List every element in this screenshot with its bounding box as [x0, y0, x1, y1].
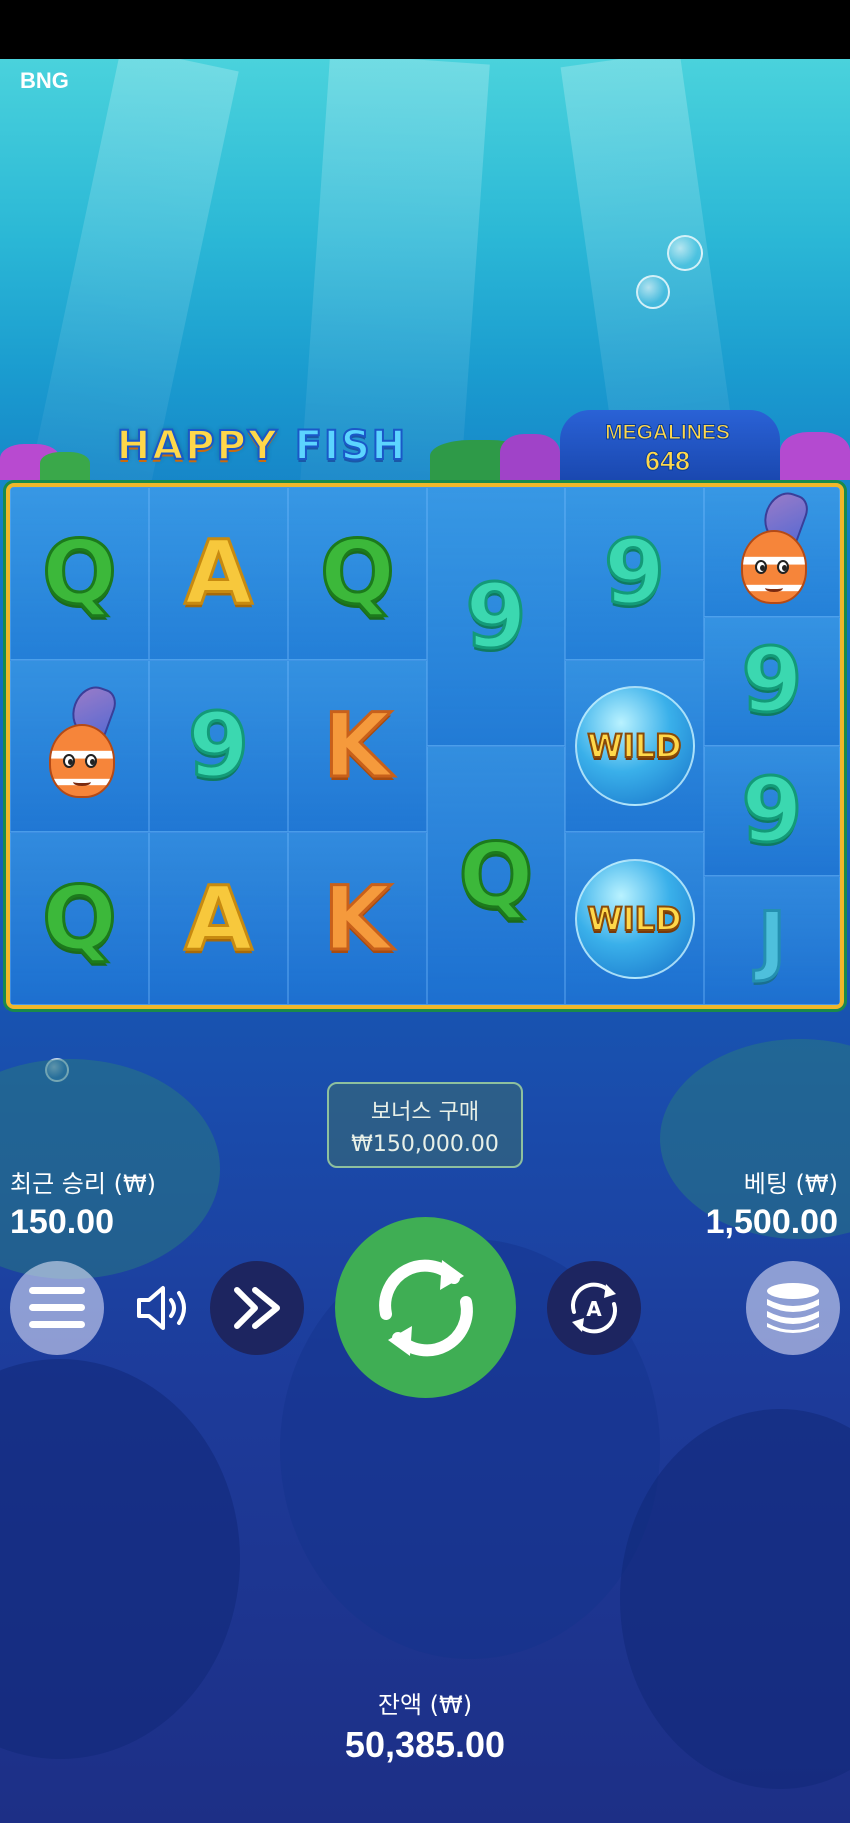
status-bar — [0, 0, 850, 59]
reel-cell: Q — [288, 487, 427, 660]
reel-cell — [704, 487, 840, 617]
symbol-q: Q — [457, 823, 535, 927]
symbol-q: Q — [41, 521, 119, 625]
reel-cell: 9 — [704, 746, 840, 876]
hamburger-menu-icon — [29, 1287, 85, 1328]
megalines-value: 648 — [644, 446, 691, 477]
symbol-q: Q — [41, 866, 119, 970]
symbol-9: 9 — [740, 629, 804, 733]
reel-cell: J — [704, 875, 840, 1005]
turbo-button[interactable] — [210, 1261, 304, 1355]
balance-value: 50,385.00 — [344, 1724, 506, 1765]
game-logo-happy: HAPPY — [116, 422, 279, 470]
bonus-buy-label: 보너스 구매 — [370, 1100, 480, 1125]
symbol-9: 9 — [186, 693, 250, 797]
game-logo-fish: FISH — [294, 422, 408, 470]
symbol-9: 9 — [602, 521, 666, 625]
symbol-k: K — [322, 693, 393, 797]
symbol-9: 9 — [740, 758, 804, 862]
wild-label: WILD — [586, 899, 682, 939]
bonus-buy-button[interactable]: 보너스 구매 ₩150,000.00 — [327, 1082, 523, 1168]
bet-label: 베팅 (₩) — [743, 1170, 838, 1198]
coin-stack-icon — [767, 1283, 819, 1333]
reel-cell: 9 — [427, 487, 565, 746]
clownfish-symbol-icon — [35, 680, 125, 806]
reel-cell: A — [149, 487, 288, 660]
reel-cell: K — [288, 832, 427, 1005]
balance-panel: 잔액 (₩) 50,385.00 — [325, 1685, 525, 1766]
balance-label: 잔액 (₩) — [377, 1691, 473, 1719]
fast-forward-icon — [234, 1287, 280, 1329]
reel-cell — [10, 659, 149, 833]
bubble-decoration — [636, 275, 670, 309]
symbol-9: 9 — [464, 564, 528, 668]
refresh-arrows-icon — [378, 1259, 473, 1356]
reel-cell: WILD — [565, 659, 704, 833]
reel-cell: WILD — [565, 832, 704, 1005]
svg-text:A: A — [586, 1297, 602, 1321]
bet-panel: 베팅 (₩) 1,500.00 — [706, 1164, 838, 1242]
reel-cell: Q — [427, 746, 565, 1005]
megalines-label: MEGALINES — [605, 421, 731, 445]
game-logo: HAPPY FISH — [92, 418, 432, 474]
sound-button[interactable] — [133, 1272, 195, 1344]
bet-settings-button[interactable] — [746, 1261, 840, 1355]
autoplay-icon: A — [571, 1282, 617, 1334]
megalines-badge: MEGALINES 648 — [555, 420, 780, 480]
clownfish-symbol-icon — [727, 487, 817, 612]
symbol-j: J — [756, 895, 787, 985]
symbol-k: K — [322, 866, 393, 970]
reel-cell: Q — [10, 832, 149, 1005]
autoplay-button[interactable]: A — [547, 1261, 641, 1355]
wild-symbol: WILD — [574, 685, 695, 806]
reel-cell: K — [288, 659, 427, 833]
reel-cell: A — [149, 832, 288, 1005]
provider-logo: BNG — [20, 68, 69, 93]
bet-value: 1,500.00 — [705, 1203, 838, 1241]
wild-symbol: WILD — [574, 858, 695, 979]
last-win-label: 최근 승리 (₩) — [10, 1170, 157, 1198]
reel-cell: Q — [10, 487, 149, 660]
symbol-q: Q — [319, 521, 397, 625]
bubble-decoration — [667, 235, 703, 271]
symbol-a: A — [183, 521, 254, 625]
bonus-buy-price: ₩150,000.00 — [351, 1132, 499, 1157]
reel-cell: 9 — [565, 487, 704, 660]
reel-cell: 9 — [704, 616, 840, 746]
last-win-panel: 최근 승리 (₩) 150.00 — [10, 1164, 156, 1242]
reel-grid: Q Q A 9 A Q K K 9 Q 9 WILD WILD 9 9 J — [6, 483, 844, 1009]
speaker-icon — [137, 1286, 186, 1330]
wild-label: WILD — [586, 726, 682, 766]
reel-cell: 9 — [149, 659, 288, 833]
symbol-a: A — [183, 866, 254, 970]
spin-button[interactable] — [335, 1217, 516, 1398]
menu-button[interactable] — [10, 1261, 104, 1355]
last-win-value: 150.00 — [10, 1203, 114, 1241]
